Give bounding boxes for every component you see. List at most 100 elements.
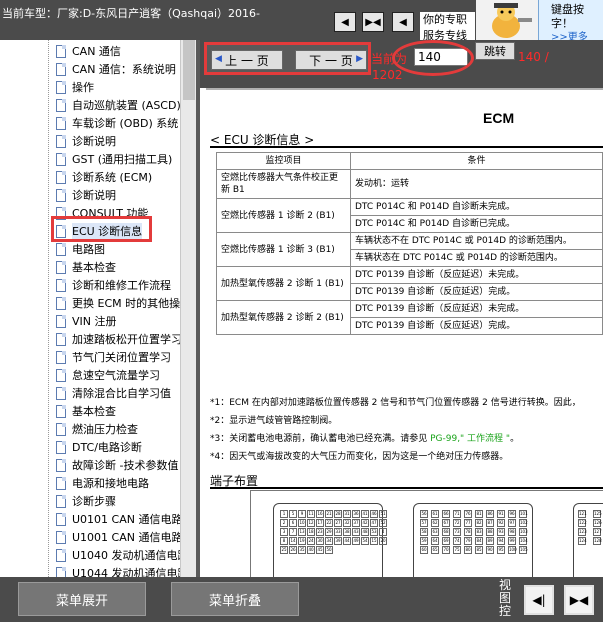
sidebar-item[interactable]: 操作	[56, 78, 196, 96]
sidebar-item[interactable]: 诊断说明	[56, 132, 196, 150]
current-vehicle-label: 当前车型：厂家:D-东风日产逍客（Qashqai）2016-	[2, 7, 260, 20]
next-view-button[interactable]: ◀	[392, 12, 414, 32]
sidebar-item[interactable]: 基本检查	[56, 258, 196, 276]
menu-expand-button[interactable]: 菜单展开	[18, 582, 146, 616]
connector-pin: 9	[298, 510, 306, 518]
connector-pin: 101	[519, 510, 528, 518]
document-icon	[56, 116, 66, 130]
sidebar-item[interactable]: 节气门关闭位置学习	[56, 348, 196, 366]
connector-pin: 62	[431, 519, 439, 527]
fit-width-icon: ▶◀	[365, 16, 381, 28]
connector-pin: 8	[280, 537, 288, 545]
sidebar-item[interactable]: DTC/电路诊断	[56, 438, 196, 456]
connector-pin: 32	[343, 519, 351, 527]
help-bubble-text: 键盘按字！	[551, 3, 584, 30]
document-icon	[56, 548, 66, 562]
sidebar-item[interactable]: U1001 CAN 通信电路	[56, 528, 196, 546]
sidebar-scrollbar[interactable]	[180, 40, 196, 577]
sidebar-item[interactable]: VIN 注册	[56, 312, 196, 330]
connector-pin: 67	[442, 519, 450, 527]
table-header-row: 监控项目 条件	[216, 152, 603, 170]
fit-view-button[interactable]: ▶◀	[362, 12, 384, 32]
sidebar-item[interactable]: 车载诊断 (OBD) 系统	[56, 114, 196, 132]
connector-pin: 73	[453, 528, 461, 536]
sidebar-item[interactable]: 怠速空气流量学习	[56, 366, 196, 384]
sidebar-scroll-thumb[interactable]	[183, 40, 195, 100]
sidebar-item-label: 诊断系统 (ECM)	[72, 171, 153, 184]
sidebar-item[interactable]: 诊断系统 (ECM)	[56, 168, 196, 186]
sidebar-item-label: 操作	[72, 81, 94, 94]
connector-pin: 100	[508, 546, 517, 554]
jump-button[interactable]: 跳转	[475, 42, 515, 60]
sidebar-item-label: 诊断步骤	[72, 495, 116, 508]
connector-pin: 64	[431, 537, 439, 545]
connector-diagram: 1 5 9 11 16 21 28 31 36 41 46 51 2 6 10 12 17 22 27 32 37 42 4…	[250, 490, 603, 577]
footnote-4: *4：因天气或海拔改变的大气压力而变化，因为这是一个绝对压力传感器。	[210, 452, 509, 462]
sidebar-item[interactable]: 故障诊断 -技术参数值	[56, 456, 196, 474]
sidebar-item-label: 诊断说明	[72, 135, 116, 148]
annotation-highlight-selected	[51, 216, 152, 242]
sidebar-item[interactable]: 电路图	[56, 240, 196, 258]
connector-pin: 47	[370, 519, 378, 527]
view-prev-button[interactable]: ◀|	[524, 585, 554, 615]
connector-pin: 87	[486, 519, 494, 527]
prev-view-button[interactable]: ◀	[334, 12, 356, 32]
condition-cell: DTC P014C 和 P014D 自诊断未完成。	[350, 198, 603, 216]
triangle-left-icon: ◀	[215, 54, 222, 64]
sidebar-item[interactable]: 清除混合比自学习值	[56, 384, 196, 402]
sidebar-item-label: 怠速空气流量学习	[72, 369, 160, 382]
connector-pin: 88	[486, 528, 494, 536]
footnote-1: *1：ECM 在内部对加速踏板位置传感器 2 信号和节气门位置传感器 2 信号进…	[210, 398, 581, 408]
sidebar-item[interactable]: GST (通用扫描工具)	[56, 150, 196, 168]
next-page-button[interactable]: 下 一 页 ▶	[295, 50, 367, 70]
table-row: 空燃比传感器 1 诊断 2 (B1) DTC P014C 和 P014D 自诊断未…	[216, 198, 603, 233]
sidebar-item[interactable]: 更换 ECM 时的其他操作	[56, 294, 196, 312]
sidebar-item[interactable]: 燃油压力检查	[56, 420, 196, 438]
connector-pin: 91	[497, 510, 505, 518]
step-left-icon: ◀|	[532, 593, 546, 607]
sidebar-tree: CAN 通信 CAN 通信：系统说明操作自动巡航装置 (ASCD) 车载诊断 (OB…	[0, 40, 196, 577]
sidebar-item[interactable]: CAN 通信：系统说明	[56, 60, 196, 78]
connector-a: 1 5 9 11 16 21 28 31 36 41 46 51 2 6 10 12 17 22 27 32 37 42 4…	[273, 503, 387, 577]
view-fit-button[interactable]: ▶◀	[564, 585, 594, 615]
connector-pin: 53	[370, 528, 378, 536]
connector-pin: 85	[475, 546, 483, 554]
footnotes: *1：ECM 在内部对加速踏板位置传感器 2 信号和节气门位置传感器 2 信号进…	[210, 394, 603, 466]
page-total-b: 1202	[372, 68, 403, 82]
connector-pin: 82	[475, 519, 483, 527]
connector-pin: 61	[431, 510, 439, 518]
sidebar-item-label: U1001 CAN 通信电路	[72, 531, 183, 544]
sidebar-item[interactable]: 诊断说明	[56, 186, 196, 204]
document-icon	[56, 242, 66, 256]
prev-page-button[interactable]: ◀ 上 一 页	[211, 50, 283, 70]
bottom-bar: 菜单展开 菜单折叠 视图控 ◀| ▶◀	[0, 577, 603, 622]
sidebar-item[interactable]: U1040 发动机通信电路	[56, 546, 196, 564]
sidebar-item-label: 更换 ECM 时的其他操作	[72, 297, 192, 310]
table-row: 空燃比传感器 1 诊断 3 (B1) 车辆状态不在 DTC P014C 或 P01…	[216, 232, 603, 267]
sidebar-item[interactable]: 自动巡航装置 (ASCD)	[56, 96, 196, 114]
monitor-item-cell: 空燃比传感器 1 诊断 3 (B1)	[216, 232, 351, 267]
mascot-image	[476, 0, 538, 40]
sidebar-item[interactable]: U0101 CAN 通信电路	[56, 510, 196, 528]
sidebar-item[interactable]: CAN 通信	[56, 42, 196, 60]
connector-pin: 35	[298, 546, 306, 554]
condition-cell: DTC P0139 自诊断（反应延迟）完成。	[350, 283, 603, 301]
connector-pin: 102	[519, 519, 528, 527]
connector-pin: 27	[334, 519, 342, 527]
connector-pin: 48	[361, 528, 369, 536]
sidebar-item[interactable]: 加速踏板松开位置学习	[56, 330, 196, 348]
sidebar-item[interactable]: 电源和接地电路	[56, 474, 196, 492]
connector-pin: 81	[475, 510, 483, 518]
sidebar-item[interactable]: 诊断步骤	[56, 492, 196, 510]
connector-pin: 10	[298, 519, 306, 527]
connector-pin: 30	[316, 537, 324, 545]
connector-pin: 94	[497, 537, 505, 545]
sidebar-item[interactable]: 基本检查	[56, 402, 196, 420]
sidebar-item[interactable]: 诊断和维修工作流程	[56, 276, 196, 294]
table-row: 加热型氧传感器 2 诊断 1 (B1) DTC P0139 自诊断（反应延迟）未完…	[216, 266, 603, 301]
menu-collapse-button[interactable]: 菜单折叠	[171, 582, 299, 616]
monitor-item-cell: 空燃比传感器 1 诊断 2 (B1)	[216, 198, 351, 233]
connector-pin: 13	[298, 528, 306, 536]
workflow-link[interactable]: PG-99," 工作流程 "	[430, 434, 510, 444]
sidebar-item[interactable]: U1044 发动机通信电路	[56, 564, 196, 577]
